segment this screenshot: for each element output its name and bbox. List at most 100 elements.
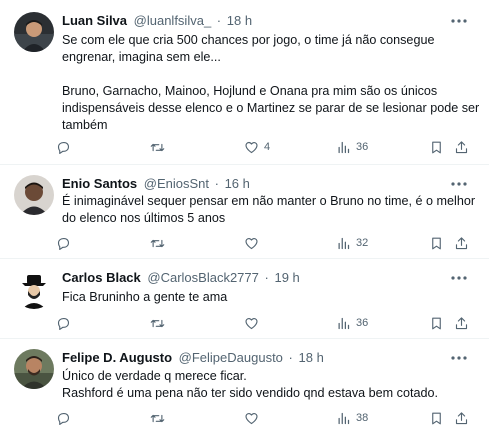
separator-dot: · (264, 270, 269, 285)
timestamp[interactable]: 19 h (274, 270, 299, 285)
timestamp[interactable]: 18 h (299, 350, 324, 365)
share-button[interactable] (454, 410, 469, 426)
tweet[interactable]: Carlos Black @CarlosBlack2777 · 19 h Fic… (0, 259, 489, 339)
view-count: 36 (356, 317, 369, 329)
display-name[interactable]: Felipe D. Augusto (62, 350, 172, 365)
display-name[interactable]: Luan Silva (62, 13, 127, 28)
retweet-button[interactable] (150, 315, 165, 331)
separator-dot: · (216, 13, 222, 28)
more-horizontal-icon[interactable] (449, 12, 469, 30)
more-horizontal-icon[interactable] (449, 175, 469, 193)
tweet-text-line: Rashford é uma pena não ter sido vendido… (62, 386, 438, 400)
retweet-icon (150, 411, 165, 426)
tweet-text-line: Fica Bruninho a gente te ama (62, 290, 228, 304)
user-handle[interactable]: @luanlfsilva_ (134, 13, 212, 28)
tweet-text-line: engrenar, imagina sem ele... (62, 50, 221, 64)
like-count: 4 (264, 141, 271, 153)
timestamp[interactable]: 16 h (225, 176, 250, 191)
tweet[interactable]: Luan Silva @luanlfsilva_ · 18 h Se com e… (0, 0, 489, 165)
tweet-header: Enio Santos @EniosSnt · 16 h (62, 175, 449, 193)
reply-icon (56, 236, 71, 251)
tweet-text-line: Bruno, Garnacho, Mainoo, Hojlund e Onana… (62, 84, 438, 98)
heart-icon (244, 236, 259, 251)
user-handle[interactable]: @CarlosBlack2777 (147, 270, 258, 285)
tweet-actions: 32 (56, 235, 469, 251)
tweet[interactable]: Enio Santos @EniosSnt · 16 h É inimaginá… (0, 165, 489, 259)
bookmark-icon (429, 140, 444, 155)
avatar[interactable] (14, 349, 54, 389)
separator-dot: · (214, 176, 219, 191)
views-chart-icon (336, 140, 351, 155)
share-button[interactable] (454, 235, 469, 251)
reply-feed: Luan Silva @luanlfsilva_ · 18 h Se com e… (0, 0, 489, 442)
tweet-text-line: É inimaginável sequer pensar em não mant… (62, 194, 476, 208)
display-name[interactable]: Enio Santos (62, 176, 137, 191)
tweet-header: Luan Silva @luanlfsilva_ · 18 h (62, 12, 449, 30)
user-handle[interactable]: @FelipeDaugusto (179, 350, 283, 365)
avatar[interactable] (14, 12, 54, 52)
views-chart-icon (336, 411, 351, 426)
tweet-actions: 36 (56, 315, 469, 331)
reply-icon (56, 411, 71, 426)
views-button[interactable]: 38 (336, 410, 368, 426)
retweet-button[interactable] (150, 410, 165, 426)
bookmark-button[interactable] (429, 315, 444, 331)
timestamp[interactable]: 18 h (227, 13, 252, 28)
tweet-text: É inimaginável sequer pensar em não mant… (62, 193, 475, 227)
tweet-actions: 38 (56, 410, 469, 426)
like-button[interactable]: 4 (244, 139, 270, 155)
share-icon (454, 316, 469, 331)
retweet-button[interactable] (150, 235, 165, 251)
tweet-actions: 4 36 (56, 139, 469, 155)
share-button[interactable] (454, 139, 469, 155)
retweet-icon (150, 236, 165, 251)
reply-button[interactable] (56, 315, 71, 331)
tweet-text-line: indispensáveis desse elenco e o Martinez… (62, 101, 480, 115)
like-button[interactable] (244, 410, 264, 426)
view-count: 36 (356, 141, 369, 153)
reply-icon (56, 140, 71, 155)
tweet-header: Felipe D. Augusto @FelipeDaugusto · 18 h (62, 349, 449, 367)
reply-button[interactable] (56, 139, 71, 155)
reply-icon (56, 316, 71, 331)
bookmark-icon (429, 411, 444, 426)
display-name[interactable]: Carlos Black (62, 270, 141, 285)
retweet-icon (150, 316, 165, 331)
tweet-header: Carlos Black @CarlosBlack2777 · 19 h (62, 269, 449, 287)
share-button[interactable] (454, 315, 469, 331)
bookmark-icon (429, 236, 444, 251)
heart-icon (244, 411, 259, 426)
more-horizontal-icon[interactable] (449, 269, 469, 287)
bookmark-button[interactable] (429, 410, 444, 426)
view-count: 32 (356, 237, 369, 249)
reply-button[interactable] (56, 235, 71, 251)
heart-icon (244, 316, 259, 331)
bookmark-icon (429, 316, 444, 331)
reply-button[interactable] (56, 410, 71, 426)
views-button[interactable]: 36 (336, 139, 368, 155)
views-chart-icon (336, 236, 351, 251)
bookmark-button[interactable] (429, 139, 444, 155)
separator-dot: · (288, 350, 293, 365)
retweet-icon (150, 140, 165, 155)
views-button[interactable]: 36 (336, 315, 368, 331)
like-button[interactable] (244, 315, 264, 331)
tweet[interactable]: Felipe D. Augusto @FelipeDaugusto · 18 h… (0, 339, 489, 442)
share-icon (454, 236, 469, 251)
more-horizontal-icon[interactable] (449, 349, 469, 367)
tweet-text-line: também (62, 118, 108, 132)
share-icon (454, 411, 469, 426)
views-button[interactable]: 32 (336, 235, 368, 251)
avatar[interactable] (14, 175, 54, 215)
bookmark-button[interactable] (429, 235, 444, 251)
heart-icon (244, 140, 259, 155)
share-icon (454, 140, 469, 155)
tweet-text: Se com ele que cria 500 chances por jogo… (62, 32, 480, 134)
avatar[interactable] (14, 269, 54, 309)
like-button[interactable] (244, 235, 264, 251)
tweet-text: Único de verdade q merece ficar. Rashfor… (62, 368, 475, 402)
retweet-button[interactable] (150, 139, 165, 155)
views-chart-icon (336, 316, 351, 331)
user-handle[interactable]: @EniosSnt (144, 176, 209, 191)
tweet-text: Fica Bruninho a gente te ama (62, 289, 475, 306)
